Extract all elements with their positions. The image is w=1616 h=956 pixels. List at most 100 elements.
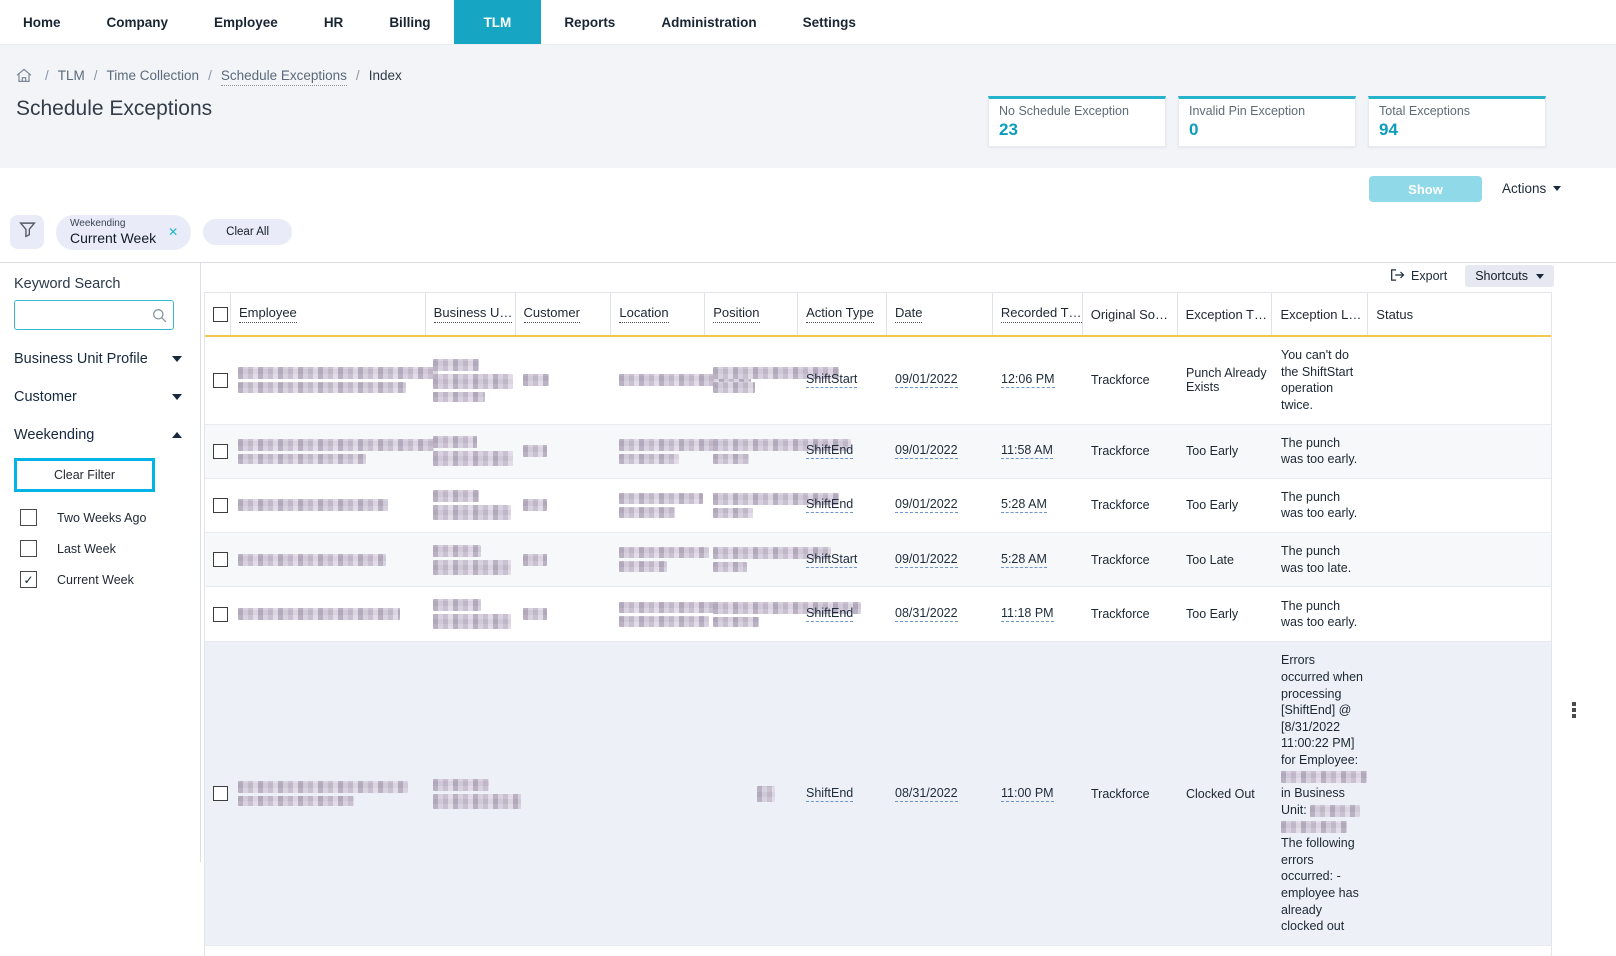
action-type-link[interactable]: ShiftStart [806, 372, 858, 389]
row-menu-kebab-icon[interactable] [1572, 700, 1576, 720]
clear-all-button[interactable]: Clear All [203, 219, 292, 245]
cell-exception-message: You can't do the ShiftStart operation tw… [1273, 337, 1369, 424]
date-link[interactable]: 09/01/2022 [895, 372, 958, 389]
search-icon[interactable] [152, 308, 167, 328]
filter-option-current-week[interactable]: ✓ Current Week [14, 564, 186, 595]
recorded-time-link[interactable]: 11:00 PM [1001, 786, 1054, 802]
table-row-partial [205, 945, 1551, 956]
recorded-time-link[interactable]: 11:58 AM [1001, 443, 1053, 460]
action-type-link[interactable]: ShiftEnd [806, 443, 854, 460]
column-header-business-u[interactable]: Business U… [424, 293, 515, 335]
filter-option-last-week[interactable]: Last Week [14, 533, 186, 564]
checkbox[interactable] [20, 540, 37, 557]
row-checkbox[interactable] [213, 443, 228, 459]
redacted-text [433, 490, 479, 503]
date-link[interactable]: 08/31/2022 [895, 606, 958, 623]
row-checkbox[interactable] [213, 606, 228, 622]
redacted-text [523, 499, 547, 512]
nav-item-reports[interactable]: Reports [541, 0, 638, 44]
table-row: ShiftEnd 09/01/2022 11:58 AM Trackforce Too … [205, 424, 1551, 479]
redacted-text [433, 599, 481, 612]
table-row: ShiftEnd 09/01/2022 5:28 AM Trackforce Too E… [205, 478, 1551, 533]
redacted-text [523, 553, 547, 566]
show-button[interactable]: Show [1369, 176, 1482, 202]
redacted-text [713, 616, 759, 627]
nav-item-home[interactable]: Home [0, 0, 84, 44]
filter-button[interactable] [10, 215, 44, 249]
column-header-position[interactable]: Position [704, 293, 797, 335]
date-link[interactable]: 09/01/2022 [895, 443, 958, 460]
nav-item-billing[interactable]: Billing [366, 0, 453, 44]
nav-item-company[interactable]: Company [84, 0, 192, 44]
filter-chip-weekending[interactable]: Weekending Current Week ✕ [56, 214, 192, 250]
date-link[interactable]: 08/31/2022 [895, 786, 958, 802]
filter-option-two-weeks-ago[interactable]: Two Weeks Ago [14, 502, 186, 533]
row-checkbox[interactable] [213, 552, 228, 568]
nav-item-hr[interactable]: HR [301, 0, 367, 44]
chevron-down-icon [1536, 273, 1544, 279]
action-type-link[interactable]: ShiftEnd [806, 497, 854, 514]
column-header-original-so[interactable]: Original So… [1081, 293, 1177, 335]
sidebar-section-weekending[interactable]: Weekending [14, 416, 186, 454]
recorded-time-link[interactable]: 5:28 AM [1001, 497, 1047, 514]
cell-employee [230, 587, 425, 641]
column-header-exception-t[interactable]: Exception T… [1176, 293, 1272, 335]
sidebar-section-customer[interactable]: Customer [14, 378, 186, 416]
redacted-text [523, 445, 547, 458]
cell-exception-type: Too Early [1178, 425, 1273, 478]
funnel-icon [18, 221, 36, 243]
sidebar-section-business-unit-profile[interactable]: Business Unit Profile [14, 340, 186, 378]
exception-message-text: The punch was too early. [1281, 435, 1358, 467]
select-all-checkbox[interactable] [213, 306, 228, 322]
close-icon[interactable]: ✕ [168, 225, 178, 239]
actions-menu[interactable]: Actions [1502, 181, 1562, 196]
column-header-recorded-t[interactable]: Recorded T… [991, 293, 1082, 335]
nav-item-employee[interactable]: Employee [191, 0, 301, 44]
nav-item-tlm[interactable]: TLM [453, 0, 542, 44]
row-checkbox[interactable] [213, 372, 228, 388]
cell-exception-message: The punch was too early. [1273, 425, 1369, 478]
cell-action-type: ShiftEnd [798, 587, 887, 641]
column-header-status[interactable]: Status [1367, 293, 1551, 335]
cell-customer [515, 642, 611, 945]
shortcuts-dropdown[interactable]: Shortcuts [1465, 265, 1554, 287]
breadcrumb-item-time-collection[interactable]: Time Collection [107, 68, 200, 83]
home-icon[interactable] [16, 68, 32, 83]
column-header-action-type[interactable]: Action Type [797, 293, 886, 335]
search-input[interactable] [15, 301, 173, 329]
recorded-time-link[interactable]: 5:28 AM [1001, 552, 1047, 568]
column-header-exception-l[interactable]: Exception L… [1271, 293, 1367, 335]
redacted-text [1281, 771, 1367, 784]
date-link[interactable]: 09/01/2022 [895, 497, 958, 514]
cell-status [1369, 642, 1553, 945]
cell-select [205, 642, 230, 945]
column-header-employee[interactable]: Employee [229, 293, 425, 335]
row-checkbox[interactable] [213, 786, 228, 802]
action-type-link[interactable]: ShiftEnd [806, 606, 854, 623]
cell-position [705, 642, 798, 945]
breadcrumb-item-tlm[interactable]: TLM [58, 68, 85, 83]
date-link[interactable]: 09/01/2022 [895, 552, 958, 568]
export-button[interactable]: Export [1390, 268, 1447, 285]
column-header-date[interactable]: Date [886, 293, 992, 335]
clear-filter-button[interactable]: Clear Filter [14, 458, 155, 492]
cell-date: 09/01/2022 [887, 479, 993, 532]
action-type-link[interactable]: ShiftEnd [806, 786, 854, 802]
recorded-time-link[interactable]: 11:18 PM [1001, 606, 1054, 623]
keyword-search-label: Keyword Search [14, 276, 121, 292]
row-checkbox[interactable] [213, 497, 228, 513]
action-type-link[interactable]: ShiftStart [806, 552, 858, 568]
cell-action-type: ShiftEnd [798, 425, 887, 478]
recorded-time-link[interactable]: 12:06 PM [1001, 372, 1055, 389]
checkbox[interactable] [20, 509, 37, 526]
column-header-location[interactable]: Location [610, 293, 704, 335]
main-panel: Export Shortcuts Employee Business U… Cust… [204, 263, 1616, 956]
redacted-text [238, 781, 408, 794]
checkbox[interactable]: ✓ [20, 571, 37, 588]
nav-item-settings[interactable]: Settings [780, 0, 879, 44]
redacted-text [238, 382, 406, 394]
cell-customer [515, 587, 611, 641]
breadcrumb-item-schedule-exceptions[interactable]: Schedule Exceptions [220, 68, 347, 86]
column-header-customer[interactable]: Customer [514, 293, 611, 335]
nav-item-administration[interactable]: Administration [638, 0, 779, 44]
